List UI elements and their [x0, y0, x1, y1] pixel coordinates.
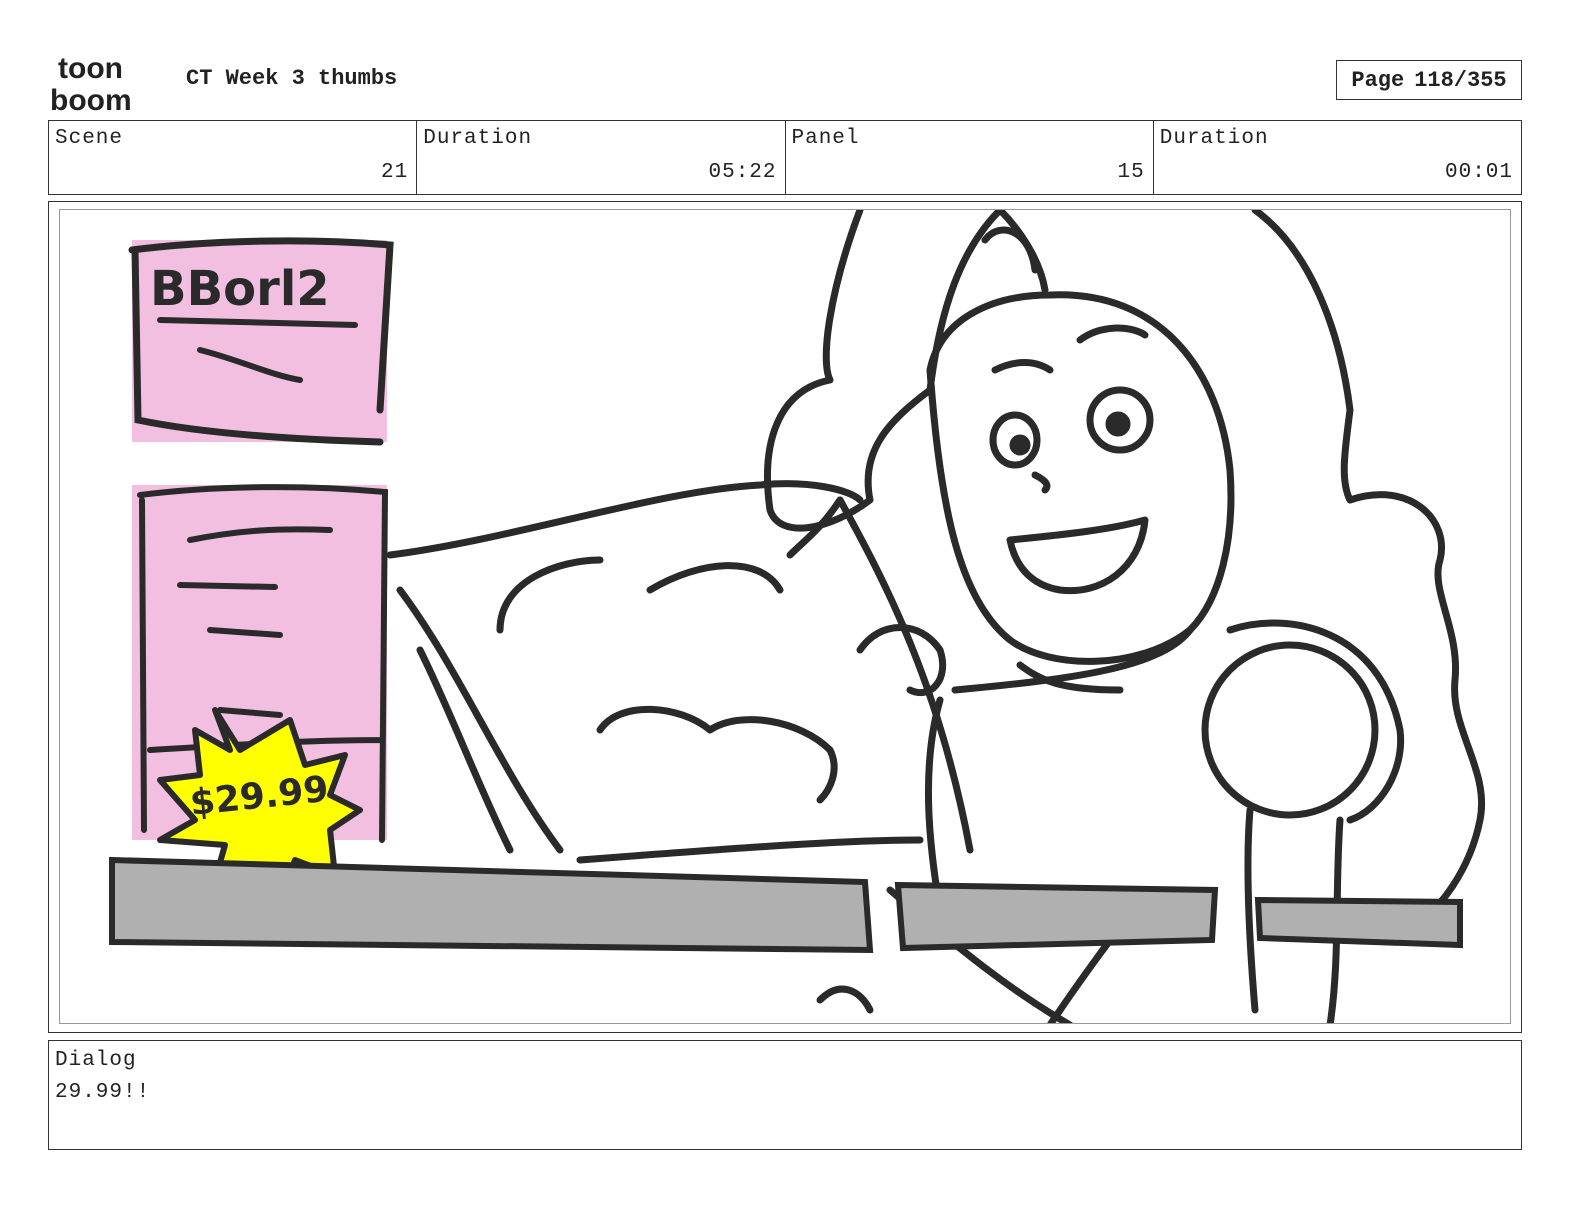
mouth: [1006, 516, 1149, 595]
page-indicator: Page 118/355: [1336, 60, 1522, 100]
fist: [1201, 641, 1379, 819]
nose: [1031, 471, 1051, 494]
panel-value: 15: [1117, 161, 1145, 184]
hair-curl: [981, 226, 1039, 274]
page-label: Page: [1351, 67, 1405, 93]
panel-cell: Panel 15: [786, 121, 1154, 194]
page-value: 118/355: [1414, 67, 1507, 93]
scene-info-row: Scene 21 Duration 05:22 Panel 15 Duratio…: [48, 120, 1522, 195]
left-eyebrow: [991, 359, 1054, 374]
panel-duration-label: Duration: [1159, 127, 1269, 150]
scene-label: Scene: [55, 127, 124, 150]
dialog-box: Dialog 29.99!!: [48, 1040, 1522, 1150]
panel-duration-value: 00:01: [1444, 161, 1513, 184]
document-title: CT Week 3 thumbs: [186, 66, 398, 91]
arm-right: [1244, 806, 1259, 1014]
scene-duration-cell: Duration 05:22: [417, 121, 786, 194]
box-label: BBorl2: [150, 261, 330, 317]
cheek-curve: [816, 985, 874, 1014]
forearm: [576, 836, 924, 864]
scene-value: 21: [381, 161, 409, 184]
hair-right: [1251, 210, 1485, 934]
logo-text-bottom: boom: [50, 84, 132, 112]
shelf: [109, 856, 1463, 954]
strap-line-1: [836, 496, 974, 854]
hand-fingers: [496, 556, 604, 634]
toonboom-logo: toon boom: [50, 52, 132, 112]
logo-text-top: toon: [58, 52, 123, 85]
hair-top: [996, 210, 1049, 294]
face-outline: [926, 291, 1235, 665]
hand-knuckle: [646, 562, 784, 594]
scene-duration-label: Duration: [423, 127, 533, 150]
hand-small: [856, 624, 947, 697]
dialog-label: Dialog: [55, 1049, 137, 1072]
right-pupil: [1105, 411, 1131, 437]
panel-sketch: BBorl2 $29.99: [109, 210, 1485, 1023]
arm-left: [386, 480, 864, 559]
hair-outline: [764, 210, 1004, 532]
storyboard-panel-image: BBorl2 $29.99: [59, 209, 1511, 1024]
fingers-lower: [596, 705, 838, 804]
left-pupil: [1009, 434, 1031, 456]
panel-duration-cell: Duration 00:01: [1154, 121, 1521, 194]
scene-cell: Scene 21: [49, 121, 418, 194]
scene-duration-value: 05:22: [708, 161, 777, 184]
right-eyebrow: [1076, 324, 1149, 344]
panel-label: Panel: [791, 127, 860, 150]
dialog-text: 29.99!!: [55, 1081, 151, 1104]
strap-line-2: [396, 586, 564, 854]
